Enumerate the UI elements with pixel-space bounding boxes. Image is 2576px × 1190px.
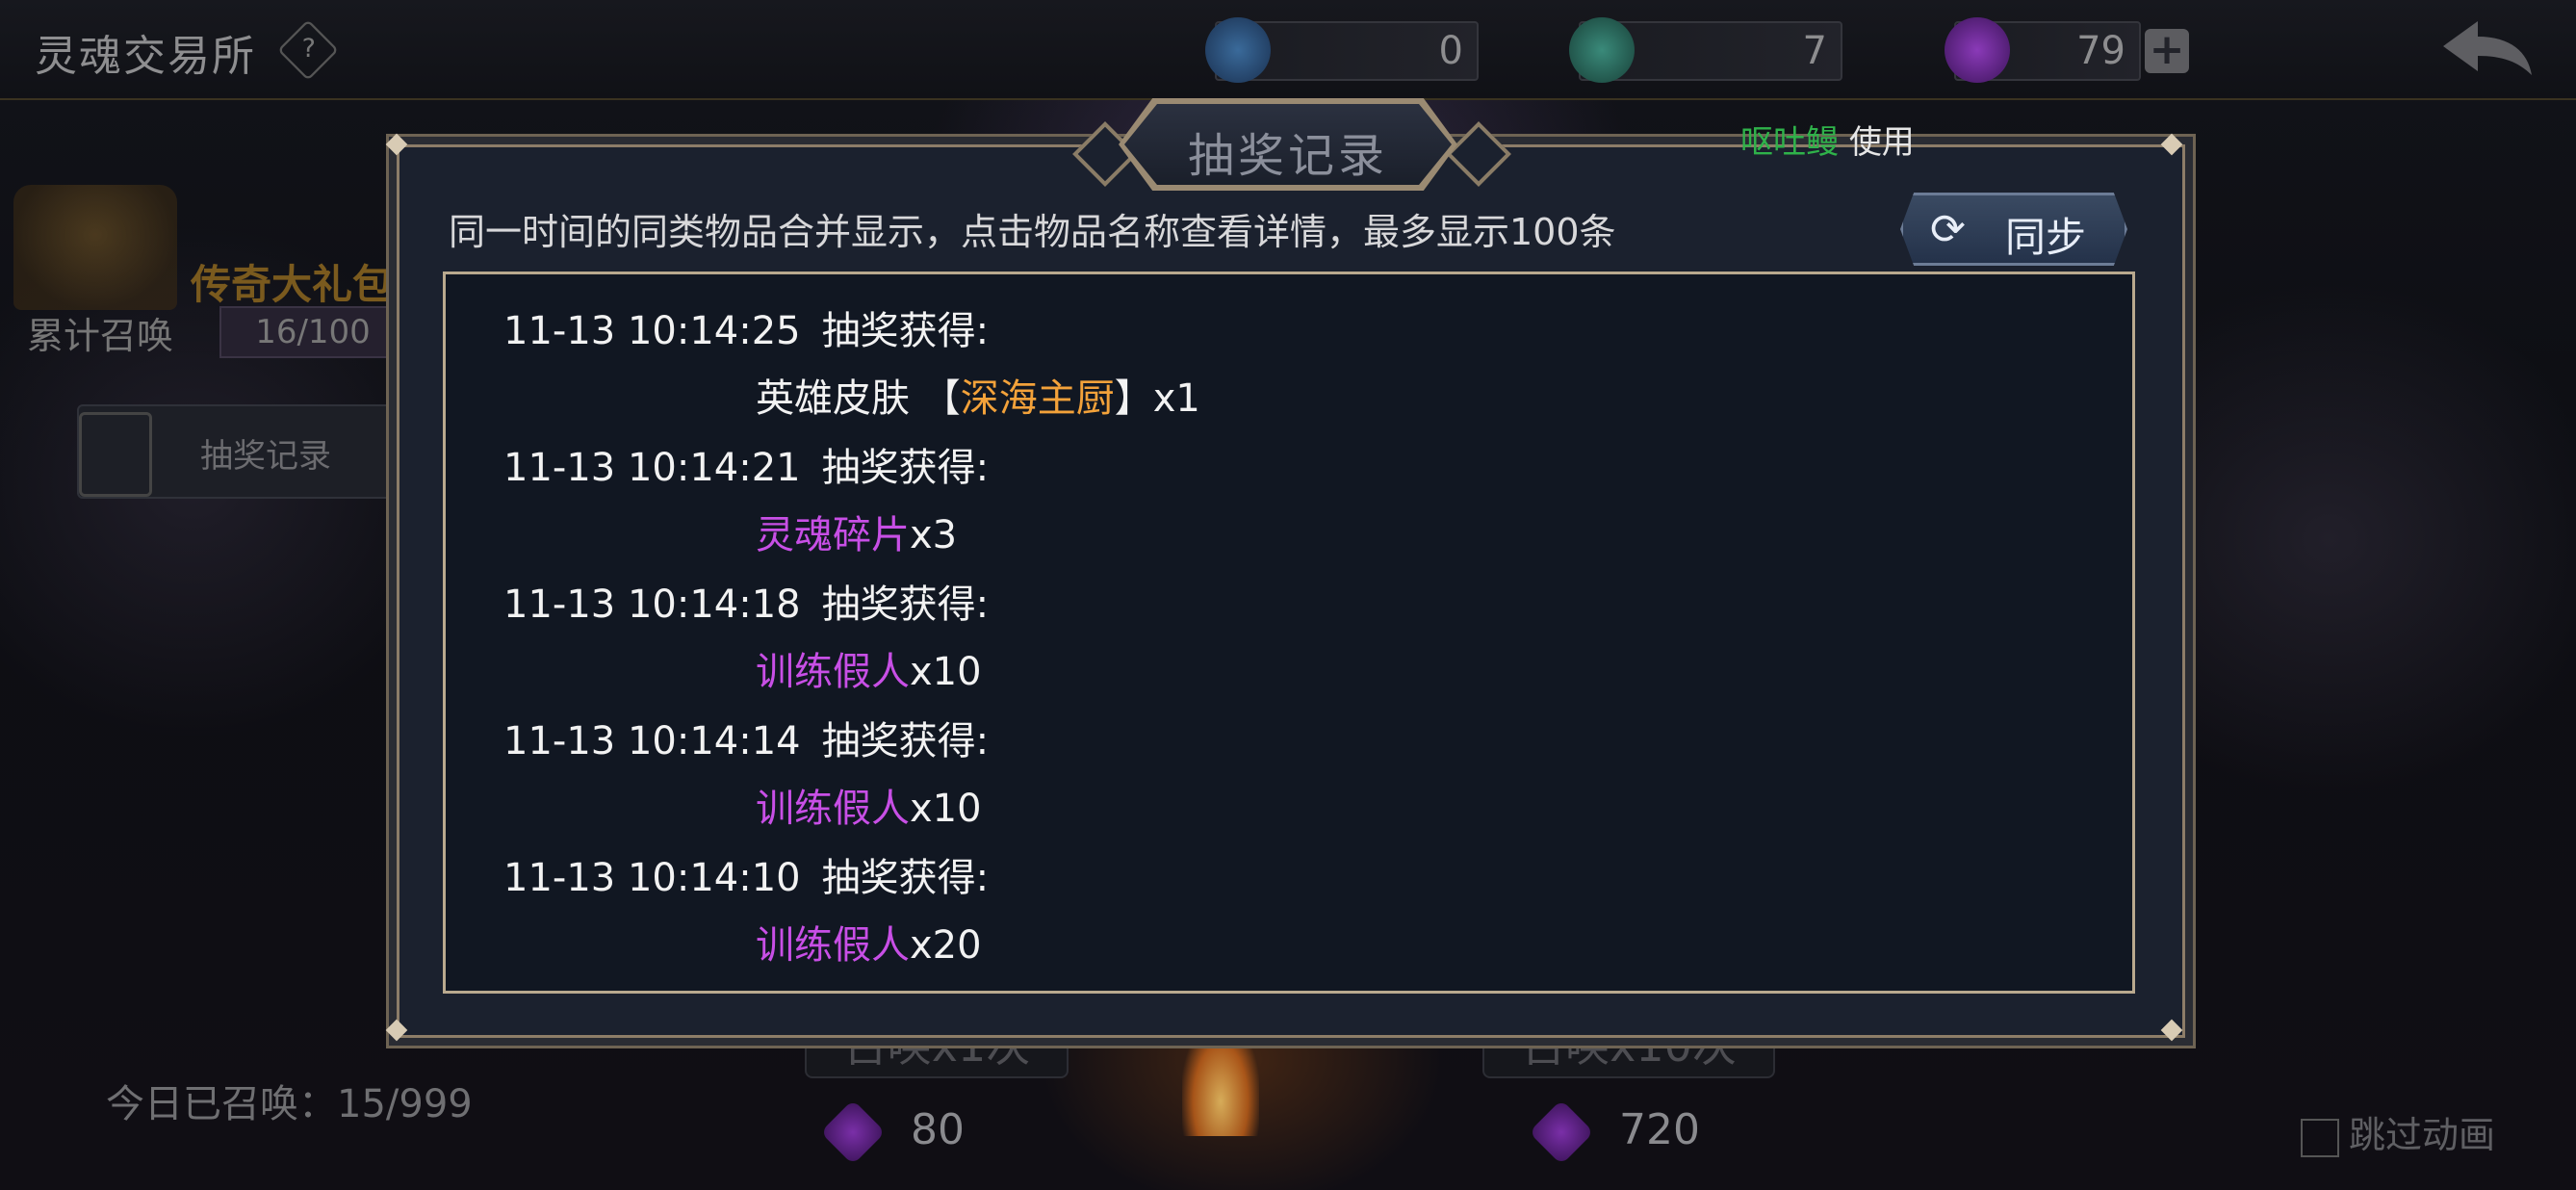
sync-button[interactable]: ⟳ 同步 [1900, 193, 2127, 266]
gift-pack-label: 传奇大礼包 [191, 261, 394, 308]
record-time-row: 11-13 10:14:14 抽奖获得: [503, 710, 989, 765]
record-got-label: 抽奖获得: [821, 719, 990, 763]
dialog-title: 抽奖记录 [1187, 129, 1388, 183]
records-list[interactable]: 11-13 10:14:25 抽奖获得: 英雄皮肤 【深海主厨】x1 11-13 … [443, 272, 2135, 994]
ticker-player-name: 呕吐鳗 [1740, 123, 1839, 162]
add-gem-button[interactable]: + [2145, 29, 2189, 73]
skull-coin-icon [1569, 17, 1635, 83]
record-item-row: 训练假人x20 [756, 914, 982, 970]
record-time-row: 11-13 10:14:10 抽奖获得: [503, 846, 989, 902]
resource-gem: 79 + [1945, 17, 2189, 83]
resource-value: 7 [1802, 29, 1827, 73]
record-item-row: 英雄皮肤 【深海主厨】x1 [756, 367, 1200, 423]
record-got-label: 抽奖获得: [821, 856, 990, 900]
record-item-name[interactable]: 训练假人 [756, 923, 910, 968]
record-item-prefix: 英雄皮肤 【 [756, 376, 961, 421]
record-got-label: 抽奖获得: [821, 446, 990, 490]
record-item-row: 训练假人x10 [756, 777, 982, 833]
record-item-count: x10 [910, 650, 982, 694]
record-time-row: 11-13 10:14:21 抽奖获得: [503, 436, 989, 492]
record-time: 11-13 10:14:21 [503, 446, 801, 490]
record-item-count: x10 [910, 787, 982, 831]
record-time-row: 11-13 10:14:25 抽奖获得: [503, 299, 989, 355]
broadcast-ticker: 呕吐鳗 使用 [1740, 116, 1915, 163]
sync-button-label: 同步 [2005, 214, 2087, 261]
resource-value: 79 [2076, 29, 2125, 73]
dialog-title-plate: 抽奖记录 [1119, 98, 1457, 191]
record-time: 11-13 10:14:18 [503, 582, 801, 627]
purple-gem-icon [1945, 17, 2010, 83]
record-item-count: 】x1 [1114, 376, 1200, 421]
cost-value: 720 [1619, 1105, 1700, 1154]
refresh-icon: ⟳ [1930, 205, 1966, 254]
back-arrow-icon[interactable] [2439, 17, 2536, 79]
resource-value: 0 [1438, 29, 1463, 73]
cumulative-progress: 16/100 [219, 306, 406, 358]
compass-icon [1205, 17, 1271, 83]
skip-animation-label: 跳过动画 [2349, 1114, 2496, 1156]
records-button[interactable]: 抽奖记录 [77, 404, 408, 499]
record-time: 11-13 10:14:14 [503, 719, 801, 763]
record-time-row: 11-13 10:14:18 抽奖获得: [503, 573, 989, 629]
top-bar: 灵魂交易所 ? 0 7 79 + [0, 0, 2576, 100]
record-item-row: 灵魂碎片x3 [756, 504, 957, 559]
record-got-label: 抽奖获得: [821, 582, 990, 627]
treasure-chest-icon [13, 185, 177, 310]
records-button-label: 抽奖记录 [200, 437, 331, 476]
cumulative-label: 累计召唤 [27, 315, 174, 357]
help-icon[interactable]: ? [277, 19, 339, 81]
record-item-count: x3 [910, 513, 958, 557]
today-summoned-text: 今日已召唤：15/999 [106, 1082, 473, 1126]
notice-text: 同一时间的同类物品合并显示，点击物品名称查看详情，最多显示100条 [449, 211, 1616, 253]
record-item-count: x20 [910, 923, 982, 968]
checkbox-icon [2301, 1118, 2339, 1157]
record-time: 11-13 10:14:10 [503, 856, 801, 900]
record-item-name[interactable]: 深海主厨 [961, 376, 1115, 421]
record-item-name[interactable]: 训练假人 [756, 787, 910, 831]
record-time: 11-13 10:14:25 [503, 309, 801, 353]
resource-compass: 0 [1205, 17, 1479, 83]
document-icon [79, 412, 152, 497]
resource-skull-coin: 7 [1569, 17, 1842, 83]
record-item-name[interactable]: 灵魂碎片 [756, 513, 910, 557]
record-got-label: 抽奖获得: [821, 309, 990, 353]
record-item-row: 训练假人x10 [756, 640, 982, 696]
page-title: 灵魂交易所 [35, 32, 256, 81]
cost-value: 80 [911, 1105, 965, 1154]
record-item-name[interactable]: 训练假人 [756, 650, 910, 694]
skip-animation-toggle[interactable]: 跳过动画 [2301, 1105, 2495, 1158]
altar-flame [1182, 1021, 1259, 1136]
ticker-text: 使用 [1848, 123, 1915, 162]
